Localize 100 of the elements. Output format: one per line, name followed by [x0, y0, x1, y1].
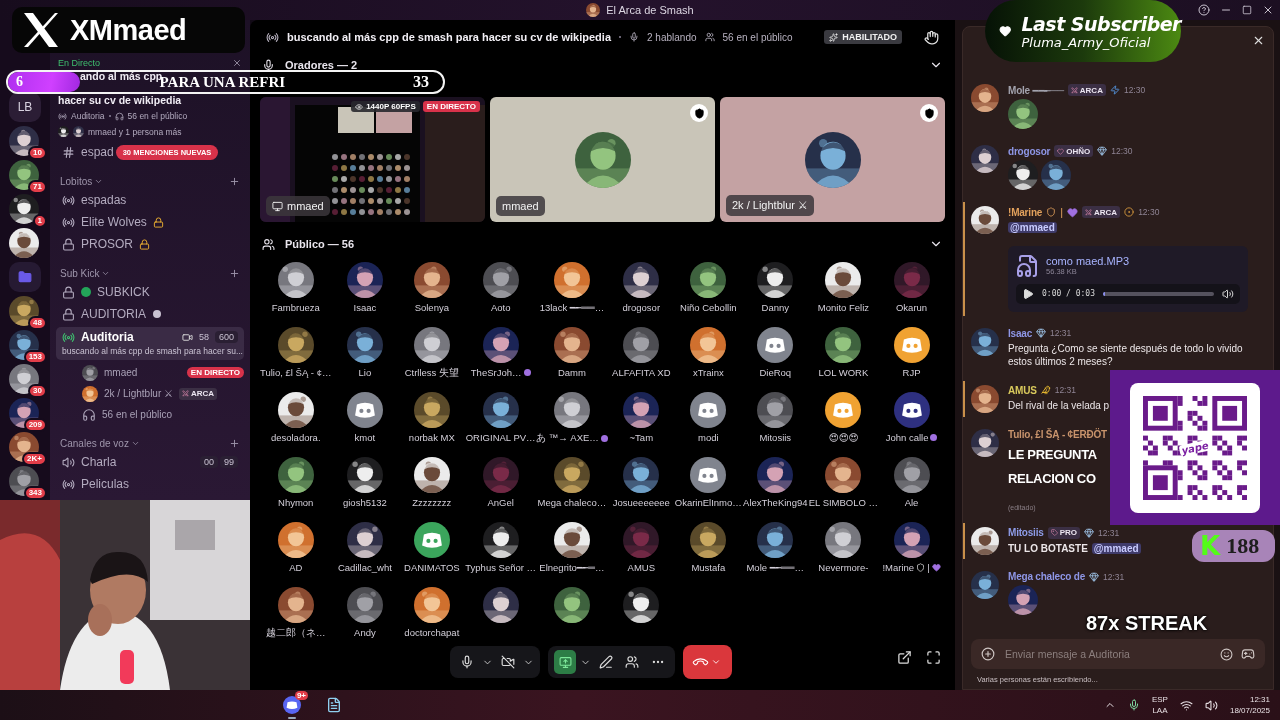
member-name[interactable]: Mitosiis [759, 432, 792, 443]
channel-item[interactable]: Peliculas [56, 473, 244, 495]
member-name[interactable]: Andy [354, 627, 376, 638]
member-name[interactable]: Cadillac_wht [337, 562, 392, 573]
member-name[interactable]: ALFAFITA XD [612, 367, 671, 378]
category-name[interactable]: Sub Kick [60, 267, 100, 279]
member-name[interactable]: Nevermore- [818, 562, 869, 573]
member-name[interactable]: Niño Cebollin [680, 302, 737, 313]
member-name[interactable]: ~Tam [629, 432, 654, 443]
member-name[interactable]: AMUS [627, 562, 655, 573]
member-name[interactable]: TheSrJoh… [470, 367, 522, 378]
add-icon[interactable] [229, 175, 240, 187]
fullscreen-icon[interactable] [926, 650, 941, 665]
channel-item[interactable]: Charla 00 99 [56, 451, 244, 473]
member-name[interactable]: OkarinElInmo… [674, 497, 742, 508]
member-name[interactable]: Isaac [353, 302, 377, 313]
section-title[interactable]: Público — 56 [285, 238, 355, 250]
file-link[interactable]: como maed.MP3 [1046, 255, 1130, 267]
language-indicator[interactable]: LAA [1152, 705, 1168, 716]
mic-icon[interactable] [1127, 699, 1140, 711]
channel-item[interactable]: Elite Wolves [56, 211, 244, 233]
member-name[interactable]: John calle [885, 432, 929, 443]
language-indicator[interactable]: ESP [1151, 694, 1168, 705]
message-bar[interactable]: Enviar mensaje a Auditoria [971, 639, 1265, 669]
author-name[interactable]: AMUS [1008, 384, 1037, 396]
member-name[interactable]: あ ™→ AXE… [536, 432, 599, 445]
folder-button[interactable] [9, 262, 41, 292]
member-name[interactable]: Fambrueza [271, 302, 320, 313]
author-name[interactable]: Mole ━━╾── [1008, 84, 1064, 96]
progress-track[interactable] [1103, 291, 1214, 296]
author-name[interactable]: Tulio, £l ŠĄ - ¢ERĐÖT [1008, 428, 1107, 440]
server-button[interactable]: LB [9, 92, 41, 122]
speaker-tile[interactable]: 2k / Lightblur ⚔ [720, 97, 945, 222]
member-name[interactable]: Aoto [490, 302, 511, 313]
hang-up-button[interactable] [683, 645, 732, 679]
member-name[interactable]: xTrainx [692, 367, 724, 378]
member-name[interactable]: doctorchapat [404, 627, 460, 638]
member-name[interactable]: Typhus Señor … [465, 562, 537, 573]
member-name[interactable]: 2k / Lightblur ⚔ [104, 388, 173, 399]
volume-icon[interactable] [1204, 698, 1218, 712]
screen-share-button[interactable] [554, 650, 576, 674]
author-name[interactable]: Mega chaleco de [1008, 571, 1086, 582]
member-name[interactable]: Zzzzzzzz [412, 497, 452, 508]
member-name[interactable]: norbak MX [408, 432, 455, 443]
member-name[interactable]: RJP [902, 367, 921, 378]
clock-time[interactable]: 12:31 [1249, 694, 1270, 705]
member-name[interactable]: Mole ━╾══… [746, 562, 805, 573]
play-button[interactable] [1022, 287, 1034, 300]
member-name[interactable]: Lio [358, 367, 372, 378]
member-name[interactable]: Mustafa [691, 562, 726, 573]
close-icon[interactable] [1262, 4, 1274, 16]
member-name[interactable]: DANIMATOS [404, 562, 460, 573]
member-name[interactable]: EL SIMBOLO … [808, 497, 879, 508]
gamepad-icon[interactable] [1241, 647, 1255, 661]
channel-item[interactable]: AUDITORIA [56, 303, 244, 325]
channel-item[interactable]: espadas [56, 189, 244, 211]
member-name[interactable]: ORIGINAL PV… [465, 432, 536, 443]
member-name[interactable]: AnGel [487, 497, 514, 508]
category-name[interactable]: Lobitos [60, 175, 93, 187]
channel-item[interactable]: Auditoria 58 600 buscando al más cpp de smash para hacer su... [56, 327, 244, 360]
add-icon[interactable] [229, 267, 240, 279]
network-icon[interactable] [1179, 698, 1193, 712]
pop-out-icon[interactable] [897, 650, 912, 665]
member-name[interactable]: DieRoq [759, 367, 792, 378]
volume-icon[interactable] [1222, 287, 1234, 300]
help-icon[interactable] [1198, 4, 1210, 16]
author-name[interactable]: drogosor [1008, 145, 1051, 157]
member-name[interactable]: Ctrlless 失望 [404, 367, 459, 380]
message-input[interactable]: Enviar mensaje a Auditoria [1003, 647, 1212, 661]
close-icon[interactable] [232, 58, 242, 68]
category-name[interactable]: Canales de voz [60, 437, 129, 449]
member-name[interactable]: modi [698, 432, 719, 443]
speaker-tile[interactable]: mmaed [490, 97, 715, 222]
member-name[interactable]: 13lack ━╾══… [539, 302, 605, 313]
raise-hand-icon[interactable] [924, 29, 939, 45]
member-name[interactable]: LOL WORK [818, 367, 869, 378]
member-name[interactable]: Danny [761, 302, 789, 313]
member-name[interactable]: Monito Feliz [817, 302, 869, 313]
author-name[interactable]: Isaac [1008, 327, 1033, 339]
member-name[interactable]: Tulio, £l ŠĄ - ¢… [260, 367, 332, 378]
channel-item[interactable]: PROSOR [56, 233, 244, 255]
user-mention[interactable]: @mmaed [1008, 222, 1057, 233]
maximize-icon[interactable] [1242, 5, 1252, 15]
member-name[interactable]: Solenya [414, 302, 449, 313]
author-name[interactable]: Mitosiis [1008, 527, 1044, 538]
member-name[interactable]: Elnegrito━╾═… [539, 562, 605, 573]
add-icon[interactable] [229, 437, 240, 449]
member-name[interactable]: Okarun [895, 302, 928, 313]
user-mention[interactable]: @mmaed [1091, 542, 1141, 554]
member-name[interactable]: Josueeeeeee [612, 497, 670, 508]
section-title[interactable]: Oradores — 2 [285, 59, 358, 71]
author-name[interactable]: !Marine [1008, 206, 1043, 218]
member-name[interactable]: 😍😍😍 [828, 432, 859, 443]
add-icon[interactable] [981, 647, 995, 661]
emoji-icon[interactable] [1220, 647, 1233, 661]
member-name[interactable]: desoladora. [270, 432, 321, 443]
member-name[interactable]: drogosor [622, 302, 661, 313]
member-name[interactable]: !Marine [882, 562, 915, 573]
member-name[interactable]: kmot [354, 432, 376, 443]
member-name[interactable]: AD [289, 562, 303, 573]
